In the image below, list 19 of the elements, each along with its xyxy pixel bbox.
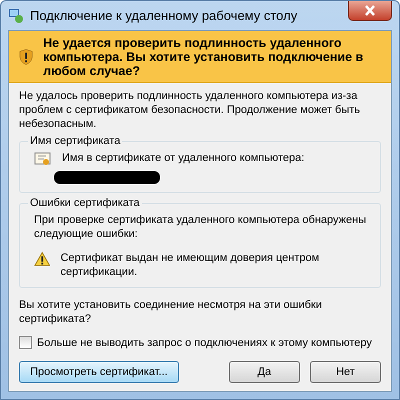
checkbox[interactable]	[19, 336, 32, 349]
dialog-button[interactable]: Да	[228, 361, 300, 383]
dialog-button[interactable]: Нет	[310, 361, 381, 383]
checkbox-label: Больше не выводить запрос о подключениях к этому компьютеру	[37, 336, 372, 348]
group-title: Ошибки сертификата	[29, 197, 141, 209]
question-text: Вы хотите установить соединение несмотря на эти ошибки сертификата?	[19, 298, 323, 326]
error-text: Сертификат выдан не имеющим доверия центром сертификации.	[60, 251, 320, 279]
app-icon	[8, 8, 24, 24]
errors-intro-text: При проверке сертификата удаленного компьютера обнаружены следующие ошибки:	[34, 213, 368, 241]
close-icon	[363, 5, 377, 16]
warning-icon	[34, 251, 50, 267]
close-button[interactable]	[348, 1, 392, 21]
description-text: Не удалось проверить подлинность удаленного компьютера из-за проблем с сертификатом безопасности. Продолжение может быть небезопасным.	[19, 89, 362, 131]
certificate-name-label: Имя в сертификате от удаленного компьютера:	[62, 151, 304, 165]
window-title: Подключение к удаленному рабочему столу	[30, 8, 298, 23]
group-title: Имя сертификата	[29, 135, 122, 147]
view-certificate-button[interactable]: Просмотреть сертификат...	[19, 361, 179, 383]
warning-heading: Не удается проверить подлинность удаленного компьютера. Вы хотите установить подключение в любом случае?	[43, 36, 364, 78]
certificate-icon	[34, 151, 52, 167]
